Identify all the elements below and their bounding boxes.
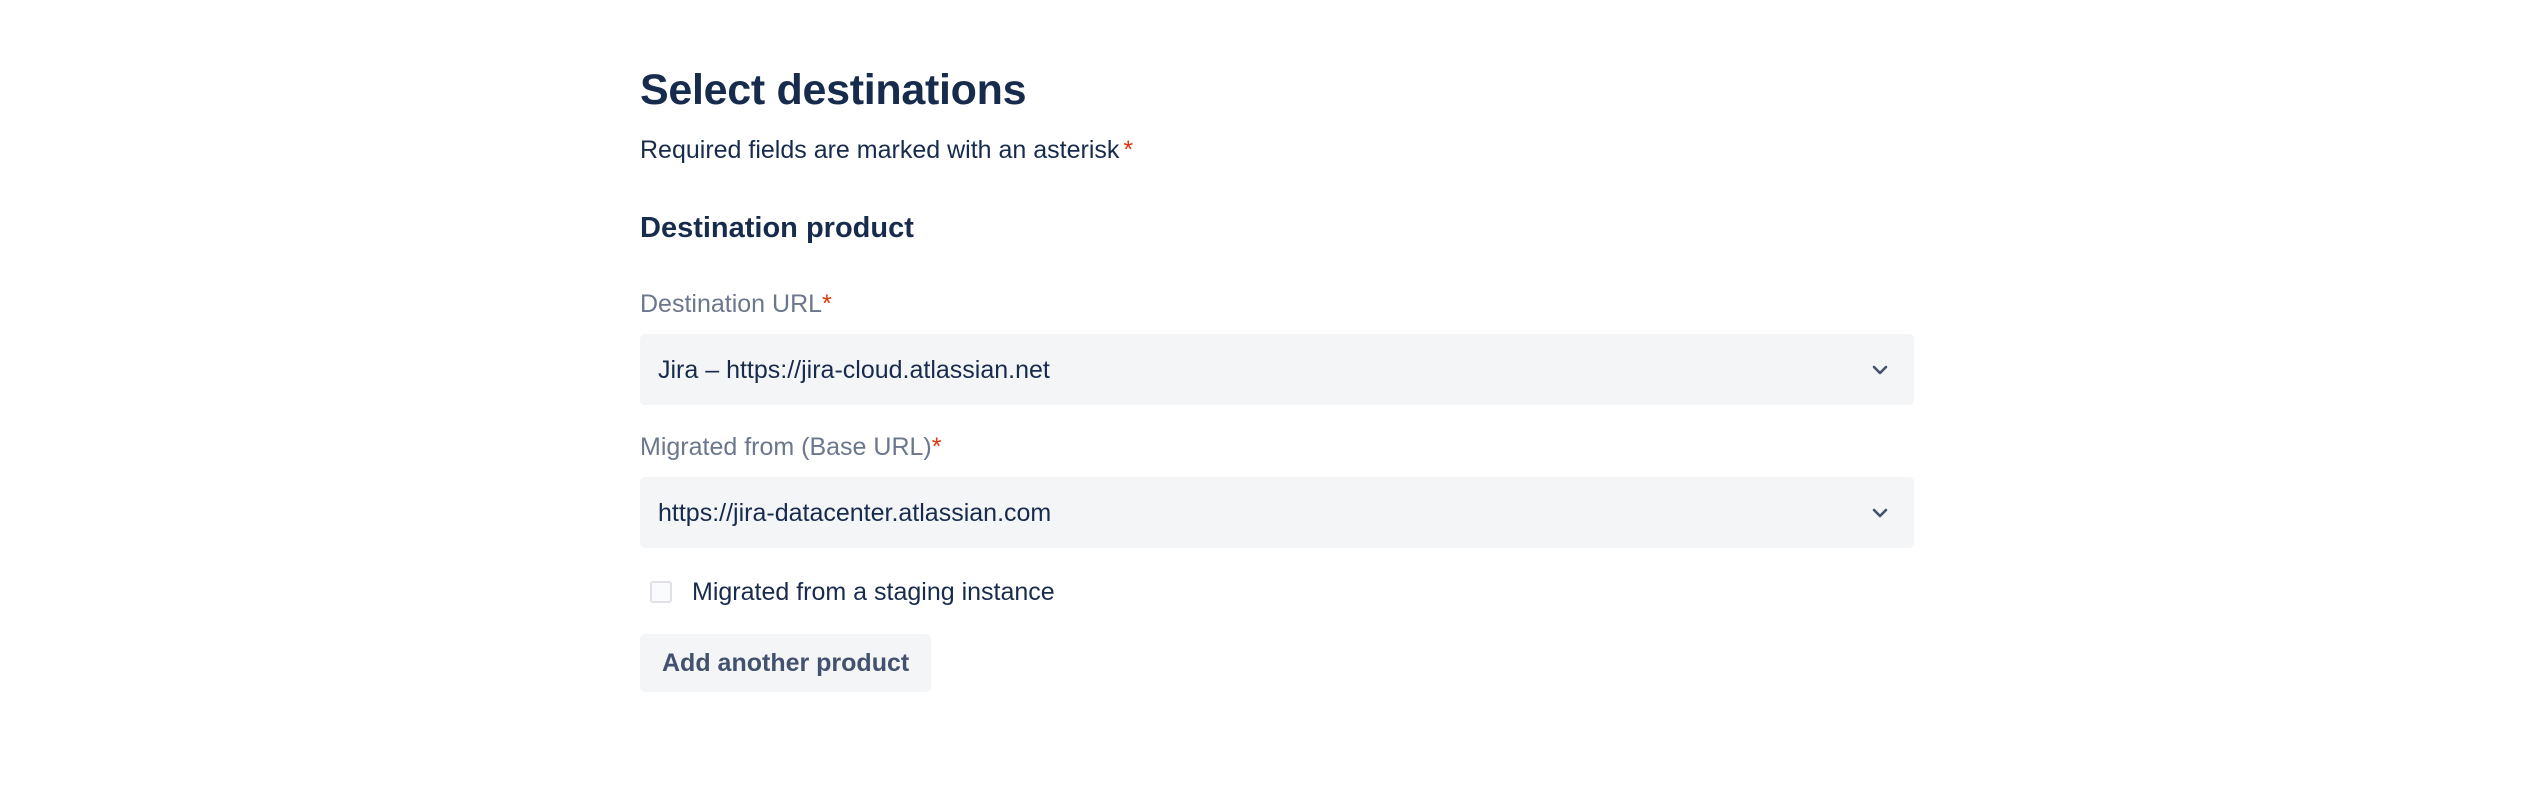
destination-url-selected-value: Jira – https://jira-cloud.atlassian.net (658, 355, 1050, 384)
page-title: Select destinations (640, 66, 1027, 114)
migrated-from-label: Migrated from (Base URL)* (640, 427, 1914, 467)
migrated-from-label-text: Migrated from (Base URL) (640, 433, 932, 461)
destination-form: Select destinations Required fields are … (640, 52, 1914, 692)
staging-instance-option: Migrated from a staging instance (640, 572, 1914, 612)
migrated-from-field: Migrated from (Base URL)* https://jira-d… (640, 427, 1914, 548)
chevron-down-icon (1868, 358, 1892, 382)
add-another-product-button[interactable]: Add another product (640, 634, 932, 692)
required-asterisk: * (1123, 136, 1134, 164)
migration-destination-page: Select destinations Required fields are … (0, 0, 2542, 807)
staging-instance-checkbox[interactable] (650, 581, 672, 603)
destination-url-field: Destination URL* Jira – https://jira-clo… (640, 284, 1914, 405)
required-fields-note: Required fields are marked with an aster… (640, 128, 1914, 172)
required-fields-note-text: Required fields are marked with an aster… (640, 136, 1120, 164)
destination-url-required-marker: * (822, 290, 832, 318)
destination-url-label-text: Destination URL (640, 290, 823, 318)
chevron-down-icon (1868, 501, 1892, 525)
destination-url-label: Destination URL* (640, 284, 1914, 324)
migrated-from-required-marker: * (931, 433, 942, 461)
migrated-from-selected-value: https://jira-datacenter.atlassian.com (658, 498, 1052, 527)
staging-instance-label[interactable]: Migrated from a staging instance (692, 572, 1055, 612)
destination-url-select[interactable]: Jira – https://jira-cloud.atlassian.net (640, 334, 1914, 405)
migrated-from-select[interactable]: https://jira-datacenter.atlassian.com (640, 477, 1914, 548)
section-title-destination-product: Destination product (640, 212, 914, 244)
